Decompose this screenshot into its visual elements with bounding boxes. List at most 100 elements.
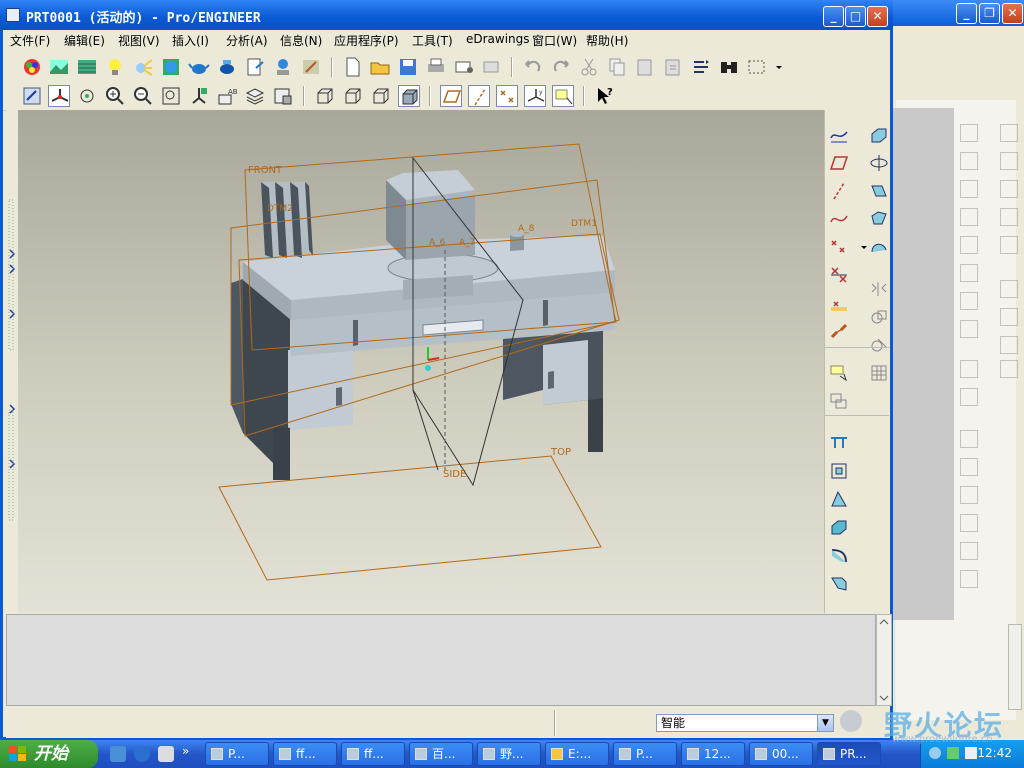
spin-center-button[interactable] (48, 85, 70, 107)
redo-button[interactable] (550, 56, 572, 78)
tray-app-icon[interactable] (947, 747, 959, 759)
saved-views-button[interactable]: AB (216, 85, 238, 107)
pattern-tool-button[interactable] (868, 362, 890, 384)
save-button[interactable] (397, 56, 419, 78)
print-button[interactable] (425, 56, 447, 78)
merge-tool-button[interactable] (868, 306, 890, 328)
open-file-button[interactable] (369, 56, 391, 78)
draft-tool-button[interactable] (828, 488, 850, 510)
rib-tool-button[interactable] (828, 432, 850, 454)
sketch-tool-button[interactable] (828, 124, 850, 146)
copy-button[interactable] (606, 56, 628, 78)
datum-axes-toggle[interactable] (468, 85, 490, 107)
taskbar-item[interactable]: P... (613, 742, 677, 766)
light-button[interactable] (104, 56, 126, 78)
datum-axis-tool-button[interactable] (828, 180, 850, 202)
title-bar[interactable]: PRT0001 (活动的) - Pro/ENGINEER _ □ ✕ (0, 0, 893, 30)
zoom-out-button[interactable] (132, 85, 154, 107)
close-button[interactable]: ✕ (867, 6, 888, 27)
message-area[interactable] (6, 614, 876, 706)
datum-planes-toggle[interactable] (440, 85, 462, 107)
datum-point-dropdown[interactable] (853, 236, 867, 258)
paste-button[interactable] (634, 56, 656, 78)
taskbar-item[interactable]: 12... (681, 742, 745, 766)
undo-button[interactable] (522, 56, 544, 78)
csys-origin[interactable] (425, 365, 431, 371)
coordinate-systems-toggle[interactable]: y (524, 85, 546, 107)
shell-tool-button[interactable] (828, 516, 850, 538)
menu-insert[interactable]: 插入(I) (172, 32, 209, 49)
quicklaunch-expand-icon[interactable]: » (182, 744, 189, 758)
datum-points-toggle[interactable] (496, 85, 518, 107)
tray-network-icon[interactable] (929, 747, 941, 759)
graphics-window[interactable]: FRONT TOP SIDE DTM2 DTM1 A_6 A_7 A_8 (18, 110, 824, 613)
texture-button[interactable] (76, 56, 98, 78)
minimize-button[interactable]: _ (823, 6, 844, 27)
quicklaunch-ie-icon[interactable] (134, 746, 150, 762)
taskbar-item[interactable]: 野... (477, 742, 541, 766)
scene-button[interactable] (48, 56, 70, 78)
manikin-button[interactable] (300, 56, 322, 78)
quicklaunch-app-icon[interactable] (158, 746, 174, 762)
hole-tool-button[interactable] (828, 460, 850, 482)
boundary-blend-button[interactable] (868, 236, 890, 258)
datum-point-tool-button[interactable] (828, 236, 850, 258)
view-manager-button[interactable] (272, 85, 294, 107)
quicklaunch-desktop-icon[interactable] (110, 746, 126, 762)
shading-button[interactable] (398, 85, 420, 107)
send-mail-button[interactable] (453, 56, 475, 78)
no-hidden-button[interactable] (370, 85, 392, 107)
annotation-feature-button[interactable] (828, 362, 850, 384)
taskbar-item[interactable]: ff... (273, 742, 337, 766)
taskbar-item[interactable]: ff... (341, 742, 405, 766)
blend-tool-button[interactable] (868, 208, 890, 230)
repaint-button[interactable] (21, 85, 43, 107)
mirror-tool-button[interactable] (868, 278, 890, 300)
bg-close-button[interactable]: ✕ (1002, 3, 1023, 24)
render-button[interactable] (188, 56, 210, 78)
revolve-tool-button[interactable] (868, 152, 890, 174)
context-help-button[interactable]: ? (594, 85, 616, 107)
new-file-button[interactable] (342, 56, 364, 78)
analysis-feature-button[interactable] (828, 320, 850, 342)
message-scrollbar[interactable] (876, 614, 892, 706)
taskbar-item[interactable]: E:... (545, 742, 609, 766)
model-view[interactable]: FRONT TOP SIDE DTM2 DTM1 A_6 A_7 A_8 (18, 110, 824, 613)
sweep-tool-button[interactable] (868, 180, 890, 202)
find-button[interactable] (718, 56, 740, 78)
spotlight-button[interactable] (132, 56, 154, 78)
hidden-line-button[interactable] (342, 85, 364, 107)
round-tool-button[interactable] (828, 544, 850, 566)
orient-mode-button[interactable] (76, 85, 98, 107)
taskbar-item[interactable]: 百... (409, 742, 473, 766)
menu-tools[interactable]: 工具(T) (412, 32, 453, 49)
background-window-titlebar[interactable]: _ ❐ ✕ (890, 0, 1024, 26)
annotations-toggle[interactable] (552, 85, 574, 107)
tray-volume-icon[interactable] (965, 747, 977, 759)
left-sash[interactable] (6, 110, 18, 613)
copy-geometry-button[interactable] (828, 390, 850, 412)
datum-plane-tool-button[interactable] (828, 152, 850, 174)
maximize-button[interactable]: □ (845, 6, 866, 27)
send-link-button[interactable] (481, 56, 503, 78)
bg-scrollbar[interactable] (1008, 624, 1022, 710)
zoom-in-button[interactable] (104, 85, 126, 107)
room-button[interactable] (160, 56, 182, 78)
wireframe-button[interactable] (314, 85, 336, 107)
menu-view[interactable]: 视图(V) (118, 32, 160, 49)
render-region-button[interactable] (216, 56, 238, 78)
selection-dropdown-button[interactable] (768, 56, 782, 78)
regenerate-button[interactable] (690, 56, 712, 78)
menu-edrawings[interactable]: eDrawings (466, 32, 530, 46)
color-appearance-button[interactable] (21, 56, 43, 78)
menu-file[interactable]: 文件(F) (10, 32, 50, 49)
menu-applications[interactable]: 应用程序(P) (334, 32, 399, 49)
model-export-button[interactable] (244, 56, 266, 78)
web-publish-button[interactable] (272, 56, 294, 78)
selection-filter[interactable]: 智能 ▼ (656, 714, 834, 732)
menu-edit[interactable]: 编辑(E) (64, 32, 105, 49)
taskbar-item[interactable]: P... (205, 742, 269, 766)
taskbar-item[interactable]: 00... (749, 742, 813, 766)
bg-minimize-button[interactable]: _ (956, 3, 977, 24)
selection-box-button[interactable] (746, 56, 768, 78)
